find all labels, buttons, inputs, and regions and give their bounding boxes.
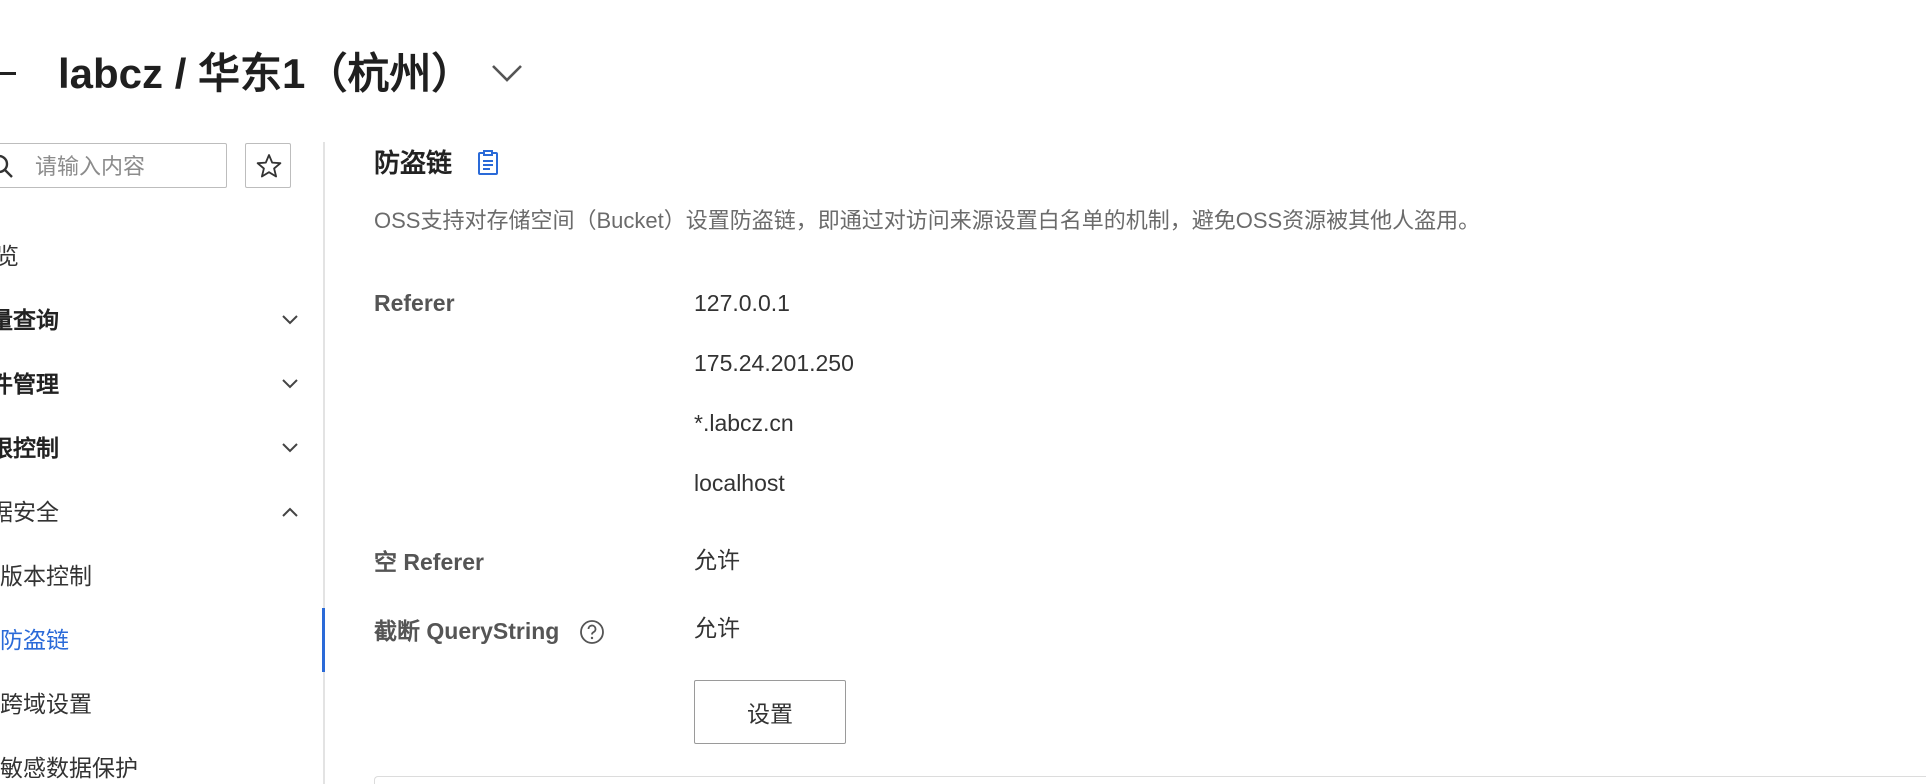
truncate-querystring-value: 允许 [694, 615, 740, 641]
document-icon[interactable] [476, 150, 500, 176]
sidebar-item-hotlink-protection[interactable]: 防盗链 [0, 620, 310, 660]
star-icon [256, 154, 282, 178]
sidebar-item-file-management[interactable]: 件管理 [0, 364, 310, 404]
sidebar-item-usage-query[interactable]: 量查询 [0, 300, 310, 340]
search-icon [0, 154, 13, 178]
chevron-up-icon [282, 507, 298, 517]
sidebar-item-label: 件管理 [0, 371, 59, 397]
sidebar-item-label: 据安全 [0, 499, 59, 525]
sidebar-item-label: 限控制 [0, 435, 59, 461]
help-icon[interactable] [579, 619, 605, 645]
referer-value: localhost [694, 470, 785, 496]
search-box [0, 143, 227, 188]
sidebar-item-label: 防盗链 [0, 627, 69, 653]
sidebar-item-label: 量查询 [0, 307, 59, 333]
referer-value: 175.24.201.250 [694, 350, 854, 376]
sidebar-item-label: 版本控制 [0, 563, 92, 589]
chevron-down-icon [282, 379, 298, 389]
page-title: labcz / 华东1（杭州） [58, 50, 474, 97]
bottom-panel [374, 776, 1926, 784]
sidebar-item-label: 敏感数据保护 [0, 755, 138, 781]
section-description: OSS支持对存储空间（Bucket）设置防盗链，即通过对访问来源设置白名单的机制… [374, 208, 1481, 233]
referer-label: Referer [374, 290, 455, 316]
sidebar-item-overview[interactable]: 览 [0, 236, 310, 276]
sidebar-item-sensitive-data[interactable]: 敏感数据保护 [0, 748, 310, 784]
section-title: 防盗链 [374, 148, 453, 178]
sidebar-divider [323, 142, 325, 784]
chevron-down-icon [282, 315, 298, 325]
favorite-button[interactable] [245, 143, 291, 188]
page: labcz / 华东1（杭州） 览 量查询 件管理 限控制 [0, 0, 1926, 784]
back-icon[interactable] [0, 72, 16, 75]
referer-value: 127.0.0.1 [694, 290, 790, 316]
referer-value: *.labcz.cn [694, 410, 794, 436]
active-indicator [322, 608, 325, 672]
settings-button[interactable]: 设置 [694, 680, 846, 744]
sidebar-item-permission-control[interactable]: 限控制 [0, 428, 310, 468]
sidebar-item-data-security[interactable]: 据安全 [0, 492, 310, 532]
sidebar-item-label: 跨域设置 [0, 691, 92, 717]
empty-referer-label: 空 Referer [374, 549, 484, 575]
chevron-down-icon[interactable] [490, 58, 524, 88]
empty-referer-value: 允许 [694, 547, 740, 573]
sidebar-item-cors[interactable]: 跨域设置 [0, 684, 310, 724]
truncate-querystring-label: 截断 QueryString [374, 618, 560, 644]
sidebar-item-label: 览 [0, 243, 19, 269]
search-input[interactable] [33, 152, 217, 182]
sidebar-item-versioning[interactable]: 版本控制 [0, 556, 310, 596]
chevron-down-icon [282, 443, 298, 453]
